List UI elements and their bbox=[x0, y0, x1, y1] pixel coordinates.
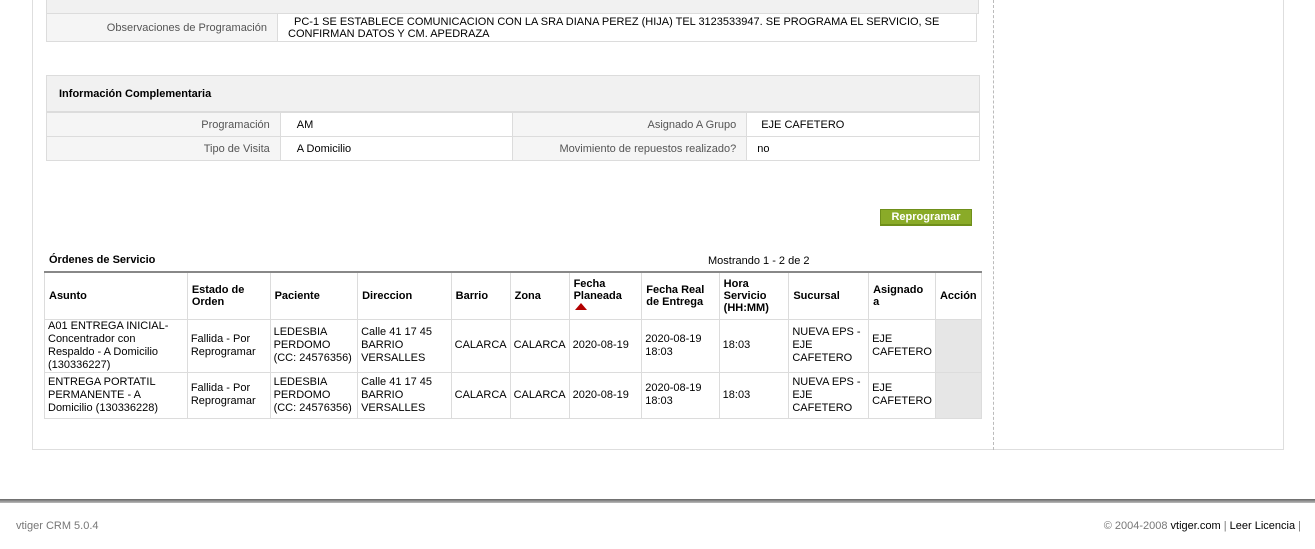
reprogramar-button[interactable]: Reprogramar bbox=[880, 209, 972, 226]
cell-fecha-real: 2020-08-19 18:03 bbox=[641, 318, 720, 373]
cell-estado: Fallida - Por Reprogramar bbox=[186, 318, 271, 373]
cell-sucursal: NUEVA EPS - EJE CAFETERO bbox=[788, 318, 870, 373]
col-estado[interactable]: Estado de Orden bbox=[186, 272, 271, 320]
cell-fecha-planeada: 2020-08-19 bbox=[568, 371, 643, 419]
asignado-grupo-value: EJE CAFETERO bbox=[746, 112, 980, 137]
col-fecha-planeada-label: Fecha Planeada bbox=[573, 277, 622, 302]
asignado-grupo-label: Asignado A Grupo bbox=[512, 112, 748, 137]
info-row-programacion: Programación AM Asignado A Grupo EJE CAF… bbox=[46, 112, 980, 137]
cell-zona: CALARCA bbox=[509, 318, 570, 373]
cell-barrio: CALARCA bbox=[450, 318, 511, 373]
observaciones-value: PC-1 SE ESTABLECE COMUNICACION CON LA SR… bbox=[278, 14, 977, 42]
col-zona[interactable]: Zona bbox=[509, 272, 570, 320]
observaciones-label: Observaciones de Programación bbox=[46, 14, 278, 42]
section-top-bar bbox=[46, 0, 979, 14]
table-row: A01 ENTREGA INICIAL-Concentrador con Res… bbox=[44, 318, 983, 373]
footer-divider bbox=[0, 499, 1315, 503]
programacion-value: AM bbox=[279, 112, 514, 137]
cell-asignado: EJE CAFETERO bbox=[868, 371, 936, 419]
col-fecha-real[interactable]: Fecha Real de Entrega bbox=[641, 272, 720, 320]
programacion-label: Programación bbox=[46, 112, 281, 137]
cell-paciente: LEDESBIA PERDOMO (CC: 24576356) bbox=[269, 318, 359, 373]
info-complementaria-table: Programación AM Asignado A Grupo EJE CAF… bbox=[46, 112, 980, 161]
info-row-tipo-visita: Tipo de Visita A Domicilio Movimiento de… bbox=[46, 136, 980, 161]
tipo-visita-value: A Domicilio bbox=[279, 136, 514, 161]
footer-links: © 2004-2008 vtiger.com | Leer Licencia | bbox=[1104, 520, 1301, 532]
table-row: ENTREGA PORTATIL PERMANENTE - A Domicili… bbox=[44, 371, 983, 419]
orders-header-row: Asunto Estado de Orden Paciente Direccio… bbox=[44, 272, 983, 320]
cell-estado: Fallida - Por Reprogramar bbox=[186, 371, 271, 419]
info-complementaria-block: Información Complementaria Programación … bbox=[46, 75, 980, 164]
footer-separator: | bbox=[1223, 520, 1227, 532]
col-direccion[interactable]: Direccion bbox=[357, 272, 452, 320]
col-barrio[interactable]: Barrio bbox=[450, 272, 511, 320]
col-sucursal[interactable]: Sucursal bbox=[788, 272, 870, 320]
cell-zona: CALARCA bbox=[509, 371, 570, 419]
cell-asunto[interactable]: A01 ENTREGA INICIAL-Concentrador con Res… bbox=[44, 318, 188, 373]
cell-barrio: CALARCA bbox=[450, 371, 511, 419]
tipo-visita-label: Tipo de Visita bbox=[46, 136, 281, 161]
cell-accion bbox=[934, 318, 983, 373]
vtiger-link[interactable]: vtiger.com bbox=[1171, 520, 1221, 532]
cell-direccion: Calle 41 17 45 BARRIO VERSALLES bbox=[357, 371, 452, 419]
cell-hora: 18:03 bbox=[718, 318, 790, 373]
footer-version: vtiger CRM 5.0.4 bbox=[16, 520, 99, 532]
orders-table: Asunto Estado de Orden Paciente Direccio… bbox=[44, 271, 983, 419]
cell-accion bbox=[934, 371, 983, 419]
col-hora[interactable]: Hora Servicio (HH:MM) bbox=[718, 272, 790, 320]
sort-ascending-icon[interactable] bbox=[574, 303, 587, 311]
cell-fecha-planeada: 2020-08-19 bbox=[568, 318, 643, 373]
movimiento-repuestos-label: Movimiento de repuestos realizado? bbox=[512, 136, 748, 161]
footer-copyright: © 2004-2008 bbox=[1103, 520, 1168, 532]
column-divider bbox=[993, 0, 994, 450]
cell-fecha-real: 2020-08-19 18:03 bbox=[641, 371, 720, 419]
col-accion: Acción bbox=[934, 272, 983, 320]
cell-asignado: EJE CAFETERO bbox=[868, 318, 936, 373]
col-fecha-planeada[interactable]: Fecha Planeada bbox=[568, 272, 643, 320]
license-link[interactable]: Leer Licencia bbox=[1230, 520, 1295, 532]
footer-separator-end: | bbox=[1298, 520, 1301, 532]
cell-sucursal: NUEVA EPS - EJE CAFETERO bbox=[788, 371, 870, 419]
orders-count: Mostrando 1 - 2 de 2 bbox=[708, 255, 810, 267]
col-asunto[interactable]: Asunto bbox=[44, 272, 188, 320]
col-asignado[interactable]: Asignado a bbox=[868, 272, 936, 320]
observaciones-block: Observaciones de Programación PC-1 SE ES… bbox=[46, 0, 979, 42]
cell-asunto[interactable]: ENTREGA PORTATIL PERMANENTE - A Domicili… bbox=[44, 371, 188, 419]
cell-paciente: LEDESBIA PERDOMO (CC: 24576356) bbox=[269, 371, 359, 419]
cell-hora: 18:03 bbox=[718, 371, 790, 419]
info-complementaria-header: Información Complementaria bbox=[46, 75, 980, 112]
orders-title: Órdenes de Servicio bbox=[49, 254, 156, 266]
movimiento-repuestos-value: no bbox=[746, 136, 980, 161]
cell-direccion: Calle 41 17 45 BARRIO VERSALLES bbox=[357, 318, 452, 373]
col-paciente[interactable]: Paciente bbox=[269, 272, 359, 320]
